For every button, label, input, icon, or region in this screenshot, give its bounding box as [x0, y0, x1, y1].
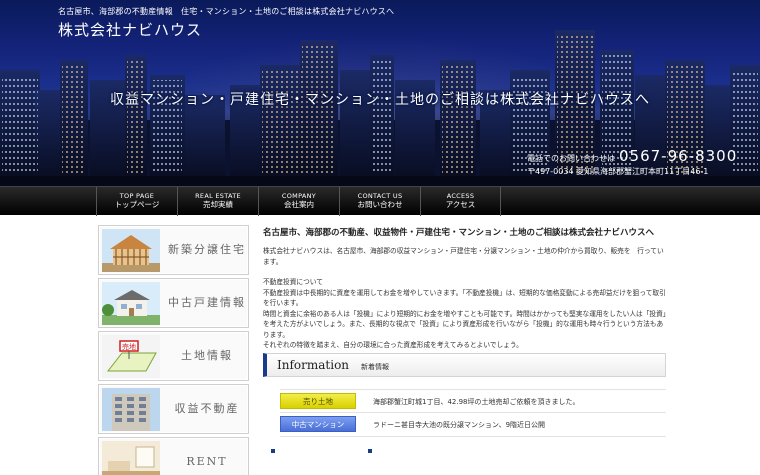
header-banner: 名古屋市、海部郡の不動産情報 住宅・マンション・土地のご相談は株式会社ナビハウス… — [0, 0, 760, 186]
news-divider — [280, 389, 666, 390]
land-sale-icon: 売地 — [102, 335, 160, 378]
phone-number[interactable]: 0567-96-8300 — [619, 147, 737, 165]
news-item: 売り土地 海部郡蟹江町城1丁目、42.98坪の土地売却ご依頼を頂きました。 — [280, 393, 666, 411]
nav-contact-us[interactable]: CONTACT US お問い合わせ — [339, 187, 420, 216]
sidebar-item-land[interactable]: 売地 土地情報 — [98, 331, 249, 381]
svg-text:売地: 売地 — [122, 342, 136, 351]
company-address: 〒497-0034 愛知県海部郡蟹江町本町11丁目46-1 — [527, 167, 709, 176]
intro-paragraph: 株式会社ナビハウスは、名古屋市、海部郡の収益マンション・戸建住宅・分譲マンション… — [263, 247, 664, 266]
rent-interior-icon — [102, 441, 160, 475]
apartment-building-icon — [102, 388, 160, 431]
sidebar-item-income-property[interactable]: 収益不動産 — [98, 384, 249, 434]
nav-label-ja: 会社案内 — [284, 200, 314, 209]
sidebar-item-label: RENT — [186, 455, 228, 468]
news-item-text[interactable]: 海部郡蟹江町城1丁目、42.98坪の土地売却ご依頼を頂きました。 — [373, 397, 580, 407]
sidebar-item-label: 土地情報 — [181, 349, 233, 362]
investment-paragraph: それぞれの特徴を踏まえ、自分の環境に合った資産形成を考えてみるとよいでしょう。 — [263, 341, 523, 349]
sidebar-item-label: 収益不動産 — [174, 402, 240, 415]
sidebar-item-rent[interactable]: RENT — [98, 437, 249, 475]
construction-house-icon — [102, 229, 160, 272]
sidebar-item-used-houses[interactable]: 中古戸建情報 — [98, 278, 249, 328]
nav-company[interactable]: COMPANY 会社案内 — [258, 187, 339, 216]
house-icon — [102, 282, 160, 325]
nav-real-estate[interactable]: REAL ESTATE 売却実績 — [177, 187, 258, 216]
news-category-badge[interactable]: 中古マンション — [280, 416, 356, 432]
nav-label-ja: トップページ — [114, 200, 160, 209]
investment-paragraph: 時間と資金に余裕のある人は「投機」により短期的にお金を増やすことも可能です。時間… — [263, 309, 667, 339]
hero-catchphrase: 収益マンション・戸建住宅・マンション・土地のご相談は株式会社ナビハウスへ — [110, 92, 650, 108]
nav-label-ja: アクセス — [445, 200, 476, 209]
information-header: Information 新着情報 — [263, 353, 666, 377]
nav-top-page[interactable]: TOP PAGE トップページ — [96, 187, 177, 216]
sidebar-item-new-houses[interactable]: 新築分譲住宅 — [98, 225, 249, 275]
information-title: Information — [277, 358, 350, 372]
main-content: 名古屋市、海部郡の不動産、収益物件・戸建住宅・マンション・土地のご相談は株式会社… — [263, 226, 667, 351]
news-category-badge[interactable]: 売り土地 — [280, 393, 356, 409]
nav-access[interactable]: ACCESS アクセス — [420, 187, 501, 216]
nav-label-en: ACCESS — [446, 192, 475, 200]
nav-label-en: COMPANY — [281, 192, 317, 200]
news-divider — [280, 436, 666, 437]
sidebar-menu: 新築分譲住宅 中古戸建情報 売地 土地情報 収益不動産 RENT — [98, 225, 250, 475]
phone-label: 電話でのお問い合わせは — [527, 154, 615, 163]
investment-paragraph: 不動産投資は中長期的に資産を運用してお金を増やしていきます。「不動産投機」は、短… — [263, 288, 666, 308]
news-item: 中古マンション ラドーニ甚目寺大池の既分譲マンション、9階近日公開 — [280, 416, 666, 434]
global-nav: TOP PAGE トップページ REAL ESTATE 売却実績 COMPANY… — [0, 186, 760, 216]
header-tagline: 名古屋市、海部郡の不動産情報 住宅・マンション・土地のご相談は株式会社ナビハウス… — [58, 7, 395, 16]
information-subtitle: 新着情報 — [361, 363, 389, 371]
nav-label-en: CONTACT US — [357, 192, 403, 200]
company-logo[interactable]: 株式会社ナビハウス — [58, 19, 202, 40]
sidebar-item-label: 中古戸建情報 — [168, 296, 246, 309]
intro-text-block: 株式会社ナビハウスは、名古屋市、海部郡の収益マンション・戸建住宅・分譲マンション… — [263, 246, 667, 351]
nav-label-ja: お問い合わせ — [357, 200, 403, 209]
nav-label-en: REAL ESTATE — [195, 192, 241, 200]
page-heading: 名古屋市、海部郡の不動産、収益物件・戸建住宅・マンション・土地のご相談は株式会社… — [263, 228, 655, 238]
nav-label-ja: 売却実績 — [203, 200, 233, 209]
sidebar-item-label: 新築分譲住宅 — [168, 243, 246, 256]
news-item-text[interactable]: ラドーニ甚目寺大池の既分譲マンション、9階近日公開 — [373, 420, 545, 430]
nav-label-en: TOP PAGE — [119, 192, 155, 200]
bullet-icon — [368, 449, 372, 453]
news-divider — [280, 412, 666, 413]
bullet-icon — [271, 449, 275, 453]
investment-title: 不動産投資について — [263, 278, 323, 286]
phone-contact: 電話でのお問い合わせは 0567-96-8300 — [527, 146, 737, 165]
